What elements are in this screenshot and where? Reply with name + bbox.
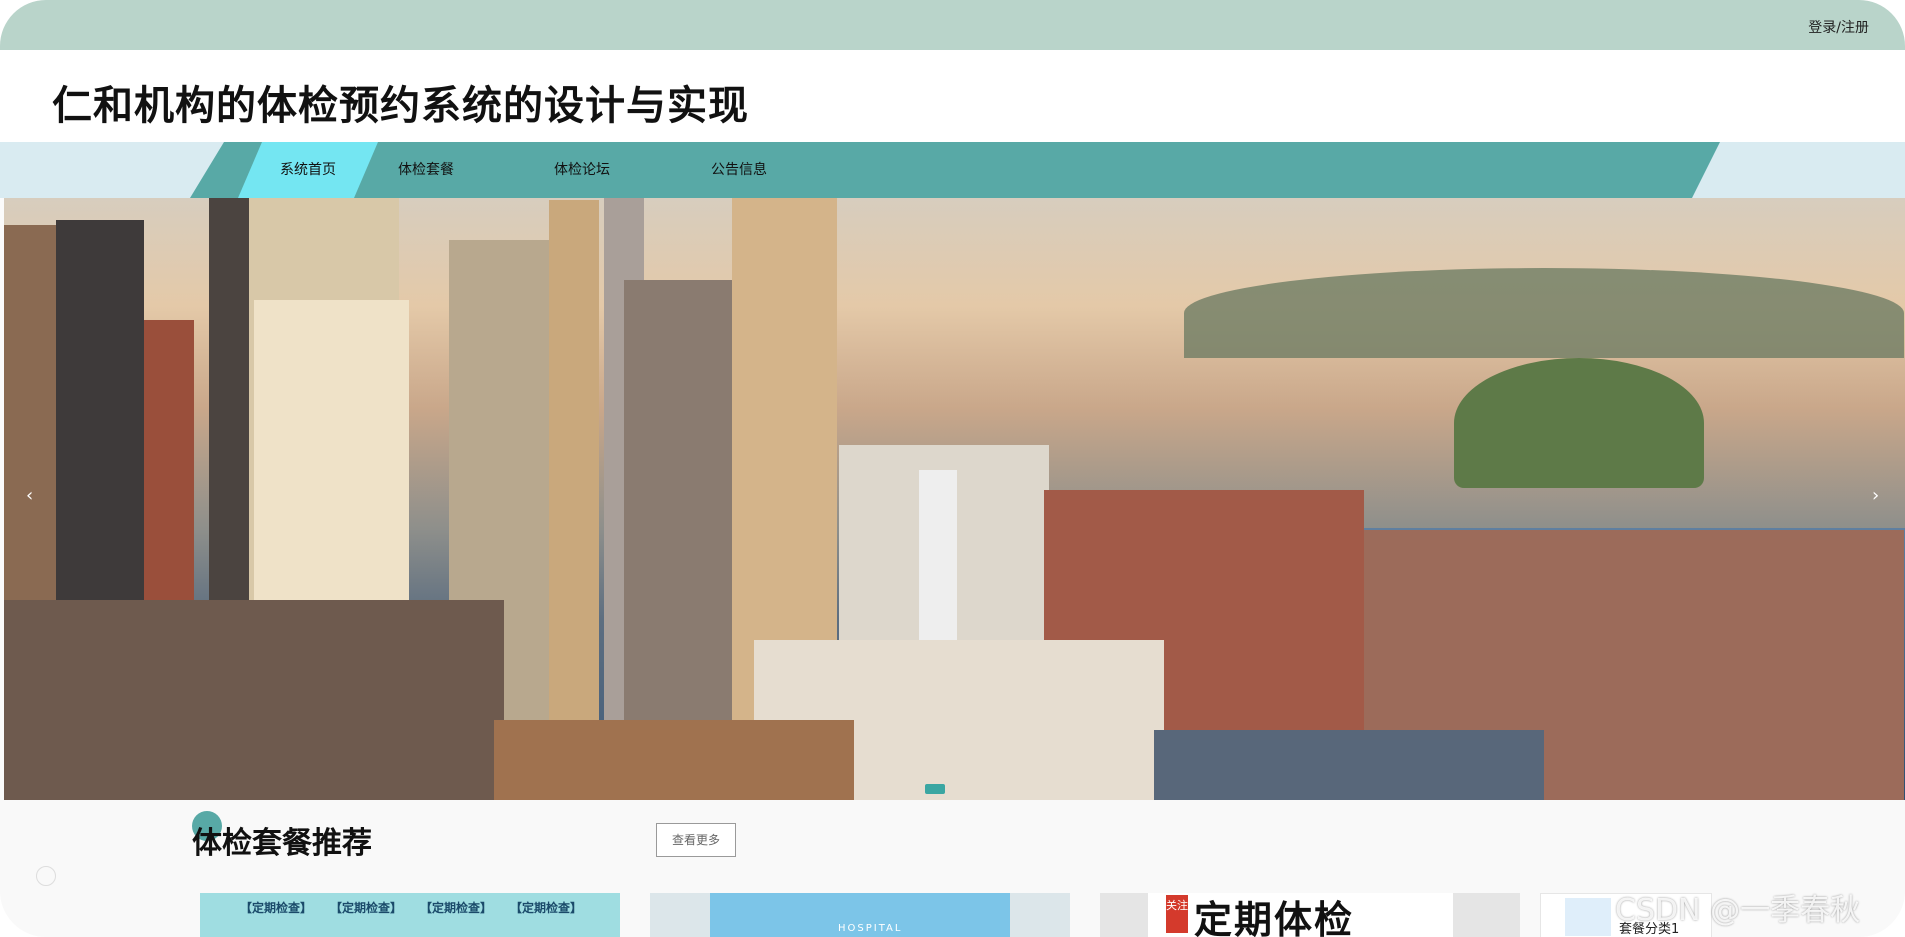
scroll-circle-icon [36,866,56,886]
nav-item-packages[interactable]: 体检套餐 [356,142,496,198]
banner-building [1154,730,1544,800]
carousel-indicator[interactable] [925,784,945,794]
banner-building [494,720,854,800]
view-more-button[interactable]: 查看更多 [656,823,736,857]
card-image-text: 定期体检 [1194,898,1355,937]
banner-next-arrow[interactable]: › [1872,485,1879,506]
banner-carousel[interactable] [4,198,1905,800]
card-badge-text: 关注 [1166,899,1188,912]
nav-item-announcements[interactable]: 公告信息 [669,142,809,198]
section-title: 体检套餐推荐 [192,826,372,861]
site-title: 仁和机构的体检预约系统的设计与实现 [52,83,749,129]
title-bar: 仁和机构的体检预约系统的设计与实现 [0,50,1905,142]
card-tag: 【定期检查】 [420,901,493,915]
login-register-link[interactable]: 登录/注册 [1808,17,1869,37]
banner-hills [1184,268,1904,358]
banner-building [4,600,504,800]
page-frame: 登录/注册 仁和机构的体检预约系统的设计与实现 系统首页 体检套餐 体检论坛 公… [0,0,1905,937]
card-image-text: HOSPITAL [838,923,903,934]
banner-prev-arrow[interactable]: ‹ [26,485,33,506]
package-card[interactable]: HOSPITAL [650,893,1070,937]
package-card[interactable]: 【定期检查】 【定期检查】 【定期检查】 【定期检查】 [200,893,620,937]
top-bar: 登录/注册 [0,0,1905,50]
watermark: CSDN @一季春秋 [1615,893,1861,928]
package-card[interactable]: 关注 定期体检 [1100,893,1520,937]
card-thumbnail [1565,898,1611,936]
banner-building [549,200,599,800]
card-tag: 【定期检查】 [240,901,313,915]
banner-hill [1454,358,1704,488]
card-tag: 【定期检查】 [330,901,403,915]
nav-item-forum[interactable]: 体检论坛 [512,142,652,198]
card-tag: 【定期检查】 [510,901,583,915]
